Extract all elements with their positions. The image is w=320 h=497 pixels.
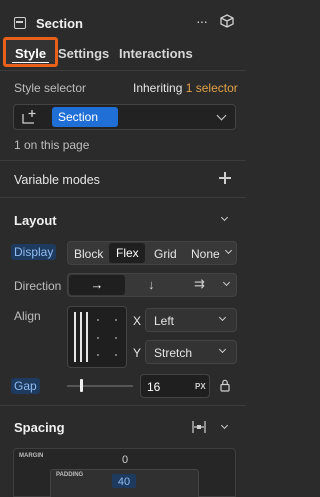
direction-label: Direction (14, 279, 62, 293)
gap-slider-thumb[interactable] (80, 379, 84, 392)
display-label: Display (11, 244, 57, 260)
align-x-select[interactable]: Left (145, 308, 237, 332)
selector-chip[interactable]: Section (52, 107, 118, 127)
direction-column-icon[interactable]: ↓ (148, 277, 155, 292)
gap-value: 16 (147, 380, 161, 394)
on-page-count: 1 on this page (14, 138, 90, 152)
selector-chip-label: Section (58, 110, 99, 124)
tab-style-label: Style (15, 46, 47, 61)
gap-unit[interactable]: PX (195, 382, 206, 391)
padding-box[interactable]: PADDING 40 (50, 469, 199, 497)
direction-row-icon: → (90, 277, 104, 292)
gap-slider-track[interactable] (67, 385, 133, 387)
margin-top-value[interactable]: 0 (122, 454, 128, 466)
panel-title: Section (36, 16, 83, 31)
tab-style[interactable]: Style (3, 37, 58, 67)
align-y-chevron-down-icon (218, 345, 227, 354)
spacing-mode-icon[interactable] (192, 420, 206, 434)
margin-box[interactable]: MARGIN 0 PADDING 40 (13, 448, 236, 497)
layout-section-title: Layout (14, 213, 57, 228)
section-element-icon (14, 17, 26, 29)
display-option-flex[interactable]: Flex (109, 243, 145, 263)
layout-collapse-chevron-icon[interactable] (220, 213, 229, 222)
display-option-block[interactable]: Block (74, 247, 103, 261)
lock-icon[interactable] (220, 379, 230, 392)
align-label: Align (14, 309, 41, 323)
add-selector-icon[interactable] (20, 109, 38, 125)
display-option-grid[interactable]: Grid (154, 247, 177, 261)
display-option-none[interactable]: None (191, 247, 220, 261)
spacing-collapse-chevron-icon[interactable] (220, 421, 229, 430)
tab-settings[interactable]: Settings (58, 46, 109, 61)
add-variable-mode-icon[interactable] (219, 172, 231, 184)
display-segmented-control[interactable]: Block Flex Grid None (67, 241, 237, 265)
inheriting-count: 1 selector (185, 81, 238, 95)
inheriting-prefix: Inheriting (133, 81, 183, 95)
direction-more-chevron-icon[interactable] (222, 278, 231, 287)
display-more-chevron-icon[interactable] (224, 246, 233, 255)
direction-segmented-control[interactable]: → ↓ ⇉ (67, 273, 237, 297)
display-label-text: Display (14, 245, 54, 259)
padding-top-value: 40 (117, 476, 131, 488)
align-x-chevron-down-icon (218, 313, 227, 322)
align-x-label: X (133, 314, 142, 328)
tab-interactions[interactable]: Interactions (119, 46, 193, 61)
gap-label: Gap (11, 378, 40, 394)
spacing-section-title: Spacing (14, 420, 65, 435)
gap-input[interactable]: 16 PX (140, 374, 210, 398)
padding-top-value-field[interactable]: 40 (112, 474, 136, 488)
align-y-select[interactable]: Stretch (145, 340, 237, 364)
more-options-icon[interactable]: ··· (196, 13, 208, 29)
selector-chevron-down-icon[interactable] (216, 110, 227, 121)
variable-modes-label: Variable modes (14, 173, 100, 187)
align-y-value: Stretch (154, 346, 193, 360)
inheriting-info[interactable]: Inheriting 1 selector (133, 81, 238, 95)
align-x-value: Left (154, 314, 175, 328)
style-selector-label: Style selector (14, 81, 87, 95)
margin-label: MARGIN (19, 453, 44, 459)
direction-row-button[interactable]: → (69, 275, 125, 295)
gap-label-text: Gap (14, 379, 37, 393)
align-matrix[interactable] (67, 306, 127, 368)
display-option-flex-label: Flex (116, 246, 139, 260)
direction-wrap-icon[interactable]: ⇉ (194, 276, 205, 292)
cube-icon[interactable] (220, 14, 234, 28)
selector-field[interactable]: Section (13, 104, 236, 130)
align-y-label: Y (133, 346, 142, 360)
padding-label: PADDING (56, 472, 84, 478)
